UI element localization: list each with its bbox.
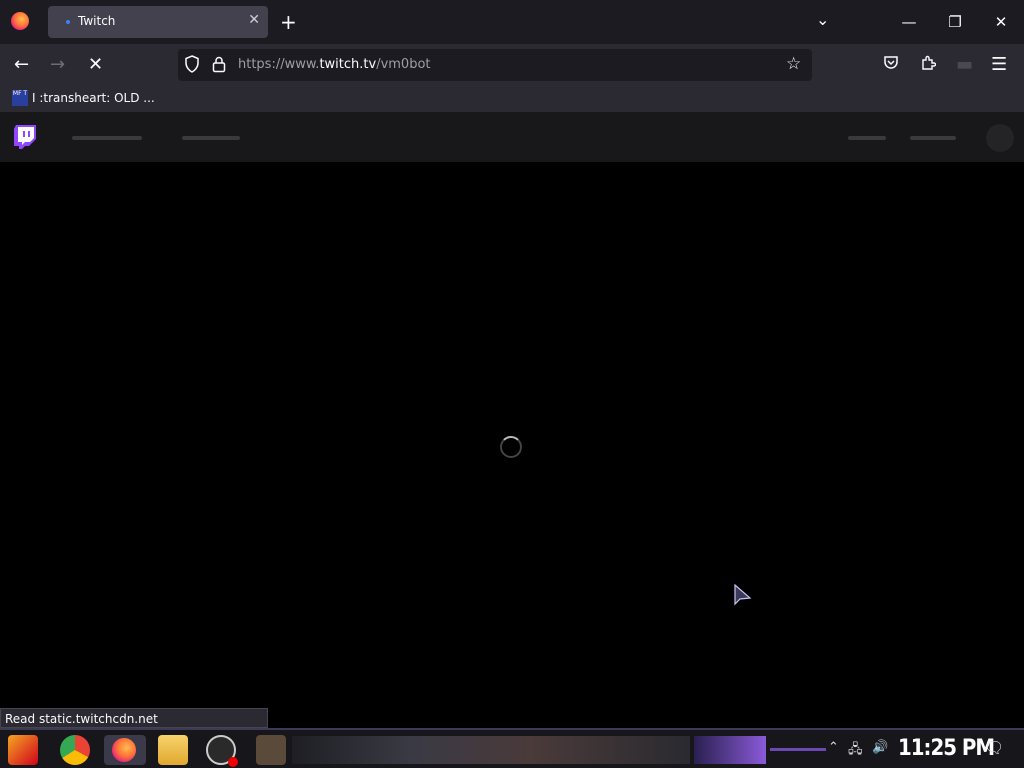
status-text: Read static.twitchcdn.net <box>5 712 158 726</box>
network-icon[interactable]: 🖧 <box>848 740 863 762</box>
bookmarks-toolbar: MF T I :transheart: OLD ... <box>0 86 1024 112</box>
url-host: twitch.tv <box>319 57 377 72</box>
navigation-toolbar: ← → ✕ https://www.twitch.tv/vm0bot ☆ ▬ ☰ <box>0 44 1024 86</box>
status-tooltip: Read static.twitchcdn.net <box>0 708 268 728</box>
forward-button[interactable]: → <box>50 54 65 75</box>
shield-icon[interactable] <box>184 55 200 77</box>
browser-title-bar: Twitch ✕ + ⌄ — ❐ ✕ <box>0 0 1024 44</box>
page-content <box>0 162 1024 728</box>
taskbar-decoration-line <box>770 748 826 751</box>
bookmark-item[interactable]: I :transheart: OLD ... <box>32 91 155 105</box>
stop-button[interactable]: ✕ <box>88 54 103 75</box>
chevron-down-icon[interactable]: ⌄ <box>816 10 829 29</box>
taskbar-decoration <box>694 736 766 764</box>
url-bar[interactable]: https://www.twitch.tv/vm0bot ☆ <box>178 49 812 81</box>
show-hidden-icons-chevron-up-icon[interactable]: ⌃ <box>828 740 839 755</box>
firefox-taskbar-button[interactable] <box>104 735 146 765</box>
menu-hamburger-icon[interactable]: ☰ <box>991 54 1007 75</box>
file-explorer-icon[interactable] <box>158 735 188 765</box>
tab-twitch[interactable]: Twitch ✕ <box>48 6 268 38</box>
taskbar: ⌃ 🖧 🔊 11:25 PM 🗨 <box>0 728 1024 768</box>
bookmark-favicon-icon: MF T <box>12 90 28 106</box>
nav-skeleton-placeholder <box>72 136 142 140</box>
taskbar-wallpaper-strip <box>292 736 690 764</box>
twitch-logo-icon[interactable] <box>13 124 37 150</box>
nav-skeleton-placeholder <box>182 136 240 140</box>
firefox-icon <box>112 738 136 762</box>
nav-skeleton-placeholder <box>910 136 956 140</box>
tab-loading-indicator-icon <box>66 20 70 24</box>
restore-button[interactable]: ❐ <box>932 0 978 44</box>
nav-skeleton-placeholder <box>848 136 886 140</box>
recording-badge-icon <box>228 757 238 767</box>
loading-spinner-icon <box>500 436 522 458</box>
star-bookmark-icon[interactable]: ☆ <box>786 54 801 74</box>
twitch-top-nav <box>0 112 1024 162</box>
start-button[interactable] <box>8 735 38 765</box>
volume-icon[interactable]: 🔊 <box>872 740 888 755</box>
url-path: /vm0bot <box>376 57 431 72</box>
app-taskbar-icon[interactable] <box>256 735 286 765</box>
obs-icon[interactable] <box>206 735 238 767</box>
mouse-cursor-icon <box>734 584 752 606</box>
extensions-icon[interactable] <box>920 55 937 76</box>
back-button[interactable]: ← <box>14 54 29 75</box>
minimize-button[interactable]: — <box>886 0 932 44</box>
chrome-icon[interactable] <box>60 735 90 765</box>
close-window-button[interactable]: ✕ <box>978 0 1024 44</box>
lock-icon[interactable] <box>212 55 226 77</box>
avatar-placeholder <box>986 124 1014 152</box>
pocket-icon[interactable] <box>883 55 899 76</box>
url-scheme: https://www. <box>238 57 320 72</box>
notifications-icon[interactable]: 🗨 <box>984 738 1004 757</box>
close-tab-icon[interactable]: ✕ <box>248 12 260 28</box>
tab-title: Twitch <box>78 14 116 28</box>
clock[interactable]: 11:25 PM <box>898 736 995 761</box>
toolbar-extension-icon[interactable]: ▬ <box>956 54 973 75</box>
url-text[interactable]: https://www.twitch.tv/vm0bot <box>238 57 431 72</box>
new-tab-button[interactable]: + <box>280 10 297 34</box>
firefox-icon[interactable] <box>11 12 29 30</box>
